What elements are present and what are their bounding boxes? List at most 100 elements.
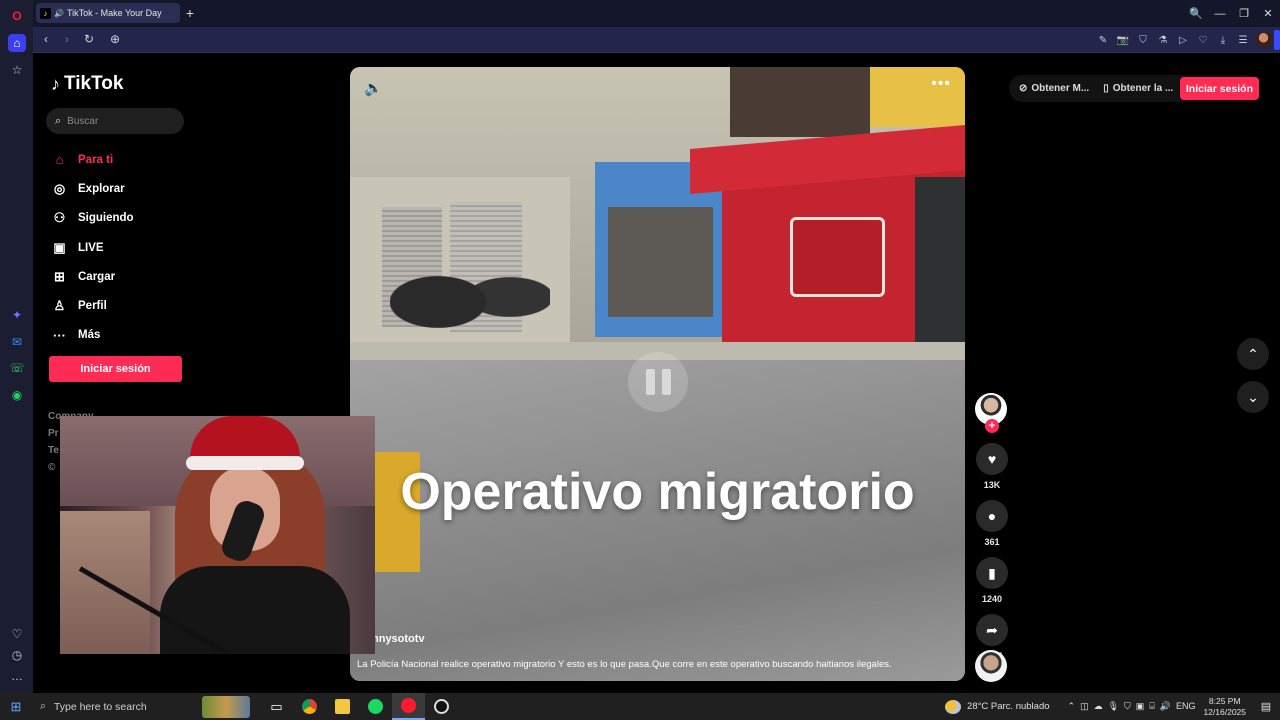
spotify-icon[interactable]: ◉ (8, 386, 26, 404)
close-button[interactable]: ✕ (1256, 0, 1280, 27)
notifications-icon[interactable]: ▤ (1256, 700, 1276, 713)
sidebar-item-cargar[interactable]: ⊞ Cargar (51, 262, 134, 291)
tray-app-icon[interactable]: ◫ (1080, 701, 1089, 712)
language-indicator[interactable]: ENG (1176, 701, 1196, 712)
bookmarks-icon[interactable]: ☆ (8, 61, 26, 79)
new-tab-button[interactable]: + (183, 6, 197, 20)
tab-tiktok[interactable]: ♪ 🔊 TikTok - Make Your Day (36, 3, 180, 23)
sidebar-item-label: Perfil (78, 300, 107, 313)
restore-button[interactable]: ❐ (1232, 0, 1256, 27)
search-input[interactable]: ⌕ Buscar (46, 108, 184, 134)
chrome-icon[interactable] (293, 693, 326, 720)
menu-icon[interactable]: ☰ (1236, 33, 1250, 47)
sidebar-item-para-ti[interactable]: ⌂ Para ti (51, 145, 134, 174)
profile-avatar[interactable] (1255, 31, 1272, 48)
video-frame (790, 217, 885, 297)
following-icon: ⚇ (53, 210, 66, 226)
more-icon[interactable]: … (8, 667, 26, 685)
reload-button[interactable]: ↻ (81, 32, 97, 46)
sidebar-item-explorar[interactable]: ◎ Explorar (51, 174, 134, 203)
cloud-icon[interactable]: ☁ (1094, 701, 1103, 712)
windows-start-icon[interactable]: ⊞ (0, 693, 32, 720)
speaker-icon[interactable]: 🔊 (54, 9, 64, 18)
get-app-button[interactable]: ⊘ Obtener M... (1019, 83, 1089, 94)
app-icon: ⊘ (1019, 83, 1028, 94)
like-action[interactable]: ♥ 13K (975, 443, 1009, 490)
obs-icon[interactable] (425, 693, 458, 720)
spotify-icon[interactable] (359, 693, 392, 720)
sidebar-login-button[interactable]: Iniciar sesión (49, 356, 182, 382)
clock-time: 8:25 PM (1208, 695, 1241, 706)
follow-plus-icon[interactable]: + (985, 419, 999, 433)
tiktok-note-icon: ♪ (51, 73, 60, 94)
search-highlight-image[interactable] (202, 695, 250, 718)
extensions-icon[interactable]: ⚗ (1156, 33, 1170, 47)
save-action[interactable]: ▮ 1240 (975, 557, 1009, 604)
sidebar-item-mas[interactable]: ··· Más (51, 321, 134, 350)
header-login-button[interactable]: Iniciar sesión (1179, 77, 1259, 100)
sidebar-item-label: Siguiendo (78, 212, 134, 225)
tiktok-logo[interactable]: ♪ TikTok (51, 73, 123, 95)
taskbar: ⊞ ⌕ Type here to search ▭ 28°C Parc. nub… (0, 693, 1280, 720)
opera-icon[interactable] (392, 693, 425, 720)
previous-video-button[interactable]: ⌃ (1237, 338, 1269, 370)
tray-icons: ⌃ ◫ ☁ 🎙 ⛉ ▣ ⌸ 🔊 ENG (1068, 701, 1196, 712)
messenger-icon[interactable]: ✉ (8, 333, 26, 351)
accent-strip (1274, 30, 1280, 50)
opera-logo-icon[interactable]: O (8, 7, 26, 25)
chevron-up-icon[interactable]: ⌃ (1068, 701, 1076, 712)
sidebar-item-perfil[interactable]: ♙ Perfil (51, 291, 134, 320)
search-placeholder: Buscar (67, 115, 99, 127)
site-info-icon[interactable]: ⊕ (107, 32, 123, 46)
taskbar-search[interactable]: ⌕ Type here to search (32, 693, 202, 720)
pause-button[interactable] (628, 352, 688, 412)
download-icon[interactable]: ⤓ (1216, 33, 1230, 47)
heart-icon[interactable]: ♡ (1196, 33, 1210, 47)
flow-icon[interactable]: ▷ (1176, 33, 1190, 47)
minimize-button[interactable]: — (1208, 0, 1232, 27)
camera-icon[interactable]: 📷 (1116, 33, 1130, 47)
history-icon[interactable]: ◷ (8, 646, 26, 664)
volume-icon[interactable]: 🔈 (364, 79, 383, 97)
sidebar-item-live[interactable]: ▣ LIVE (51, 233, 134, 262)
sidebar-item-label: Explorar (78, 182, 125, 195)
comment-action[interactable]: ● 361 (975, 500, 1009, 547)
forward-button[interactable]: › (59, 32, 75, 46)
search-icon: ⌕ (40, 700, 46, 712)
shield-icon[interactable]: ⛉ (1136, 33, 1150, 47)
weather-icon (945, 699, 962, 714)
bookmark-icon[interactable]: ▮ (976, 557, 1008, 589)
sound-avatar[interactable] (975, 650, 1007, 682)
display-icon[interactable]: ▣ (1136, 701, 1145, 712)
home-icon[interactable]: ⌂ (8, 34, 26, 52)
get-mobile-app-button[interactable]: ▯ Obtener la ... (1103, 83, 1173, 94)
edit-icon[interactable]: ✎ (1096, 33, 1110, 47)
comment-icon[interactable]: ● (976, 500, 1008, 532)
webcam-overlay (60, 416, 375, 654)
volume-icon[interactable]: 🔊 (1160, 701, 1171, 712)
search-tabs-icon[interactable]: 🔍 (1184, 0, 1208, 27)
whatsapp-icon[interactable]: ☏ (8, 359, 26, 377)
weather-text: 28°C Parc. nublado (967, 701, 1050, 712)
more-options-icon[interactable]: ••• (931, 75, 951, 93)
task-view-icon[interactable]: ▭ (260, 693, 293, 720)
sidebar-item-siguiendo[interactable]: ⚇ Siguiendo (51, 204, 134, 233)
file-explorer-icon[interactable] (326, 693, 359, 720)
top-right-actions: ⊘ Obtener M... ▯ Obtener la ... Iniciar … (1009, 75, 1259, 102)
aria-icon[interactable]: ✦ (8, 306, 26, 324)
heart-icon[interactable]: ♥ (976, 443, 1008, 475)
shield-icon[interactable]: ⛉ (1124, 701, 1131, 712)
favorites-icon[interactable]: ♡ (8, 625, 26, 643)
video-overlay-title: Operativo migratorio (400, 463, 915, 521)
back-button[interactable]: ‹ (38, 32, 54, 46)
video-author[interactable]: nnysototv (372, 633, 425, 645)
weather-widget[interactable]: 28°C Parc. nublado (945, 699, 1050, 714)
webcam-frame (186, 456, 304, 470)
network-icon[interactable]: ⌸ (1149, 701, 1154, 712)
tab-strip: ♪ 🔊 TikTok - Make Your Day + 🔍 — ❐ ✕ (33, 0, 1280, 27)
mic-icon[interactable]: 🎙 (1108, 701, 1119, 712)
video-player[interactable]: 🔈 ••• Operativo migratorio nnysototv La … (350, 67, 965, 681)
clock[interactable]: 8:25 PM 12/16/2025 (1203, 696, 1246, 718)
next-video-button[interactable]: ⌄ (1237, 381, 1269, 413)
share-icon[interactable]: ➦ (976, 614, 1008, 646)
